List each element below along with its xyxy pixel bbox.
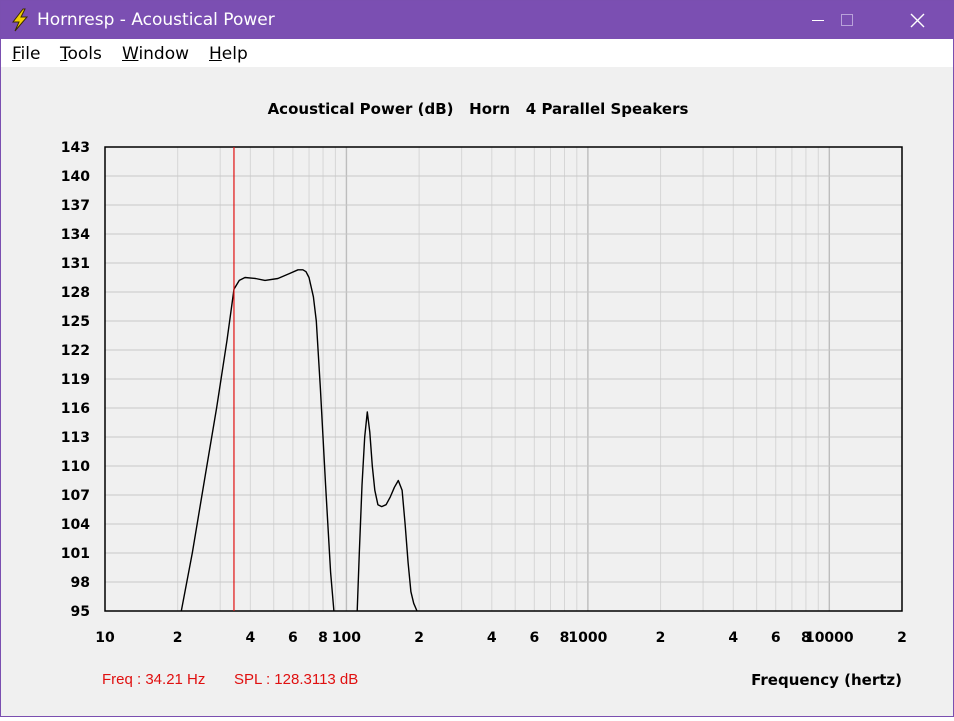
y-tick-label: 107 [61,488,90,504]
menu-window[interactable]: Window [122,44,189,64]
x-tick-label: 2 [656,630,666,646]
y-tick-label: 113 [61,430,90,446]
y-tick-label: 95 [71,604,90,620]
x-tick-label: 2 [897,630,907,646]
y-tick-label: 122 [61,343,90,359]
freq-readout: Freq : 34.21 Hz [102,671,205,688]
maximize-icon [841,14,853,26]
x-tick-label: 4 [245,630,255,646]
y-tick-label: 119 [61,372,90,388]
acoustical-power-chart[interactable]: Acoustical Power (dB) Horn 4 Parallel Sp… [1,67,953,716]
x-tick-label: 6 [288,630,298,646]
menu-file[interactable]: File [12,44,40,64]
menu-tools[interactable]: Tools [60,44,102,64]
x-tick-label: 10000 [805,630,854,646]
y-tick-label: 140 [61,169,90,185]
x-tick-label: 4 [728,630,738,646]
x-tick-label: 6 [529,630,539,646]
y-tick-label: 98 [71,575,90,591]
y-tick-label: 104 [61,517,90,533]
y-tick-label: 116 [61,401,90,417]
x-axis-labels: 10 2 4 6 8 100 2 4 6 8 1000 2 4 6 810000 2 [95,630,907,646]
lightning-icon [11,8,29,32]
x-tick-label: 1000 [568,630,607,646]
y-tick-label: 128 [61,285,90,301]
chart-grid [105,147,902,611]
y-tick-label: 131 [61,256,90,272]
y-tick-label: 110 [61,459,90,475]
title-bar[interactable]: Hornresp - Acoustical Power [1,1,953,39]
y-axis-labels: 143 140 137 134 131 128 125 122 119 116 113 110 107 1… [61,140,90,620]
window-title: Hornresp - Acoustical Power [37,10,275,30]
y-tick-label: 143 [61,140,90,156]
y-tick-label: 137 [61,198,90,214]
spl-readout: SPL : 128.3113 dB [234,671,358,688]
x-tick-label: 100 [332,630,361,646]
x-tick-label: 10 [95,630,115,646]
app-window: Hornresp - Acoustical Power File Tools W… [0,0,954,717]
menu-help[interactable]: Help [209,44,248,64]
menu-bar: File Tools Window Help [1,39,953,67]
y-tick-label: 134 [61,227,90,243]
y-tick-label: 125 [61,314,90,330]
x-tick-label: 8 [318,630,328,646]
plot-area[interactable]: Acoustical Power (dB) Horn 4 Parallel Sp… [1,67,953,716]
close-button[interactable] [895,1,941,39]
spl-curve-segment-2 [356,411,418,612]
maximize-button[interactable] [830,1,876,39]
x-tick-label: 2 [414,630,424,646]
x-tick-label: 6 [771,630,781,646]
close-icon [910,13,925,28]
x-tick-label: 4 [487,630,497,646]
chart-title: Acoustical Power (dB) Horn 4 Parallel Sp… [268,100,689,118]
x-axis-title: Frequency (hertz) [751,671,902,689]
x-tick-label: 2 [173,630,183,646]
y-tick-label: 101 [61,546,90,562]
